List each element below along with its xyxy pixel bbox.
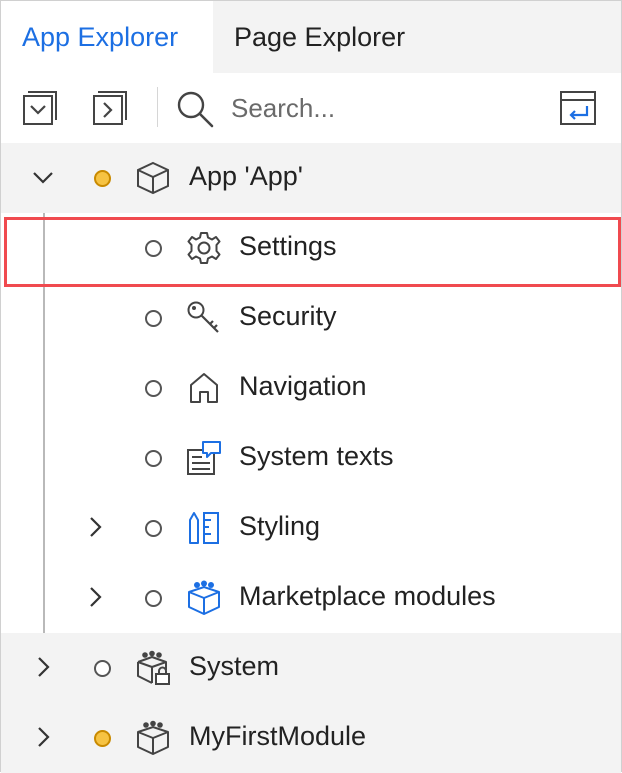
tree-item-label: MyFirstModule [189,721,367,751]
tree-item-navigation[interactable]: Navigation [1,353,621,423]
tree-item-myfirstmodule[interactable]: MyFirstModule [1,703,621,773]
explorer-toolbar [1,73,621,143]
tree-item-label: Navigation [239,371,367,401]
search-icon [177,91,214,128]
collapse-all-button[interactable] [21,89,59,127]
module-icon [137,720,169,755]
tree-item-label: Marketplace modules [239,581,496,611]
app-explorer-panel: App Explorer Page Explorer Search... App… [0,0,622,773]
system-texts-icon [187,441,221,475]
search-input[interactable] [231,87,531,129]
tree-item-label: System [189,651,280,681]
tree-item-label: Security [239,301,337,331]
status-dot [145,240,162,257]
tab-app-explorer[interactable]: App Explorer [1,1,213,73]
status-dot [94,660,111,677]
home-icon [190,373,218,403]
styling-icon [189,512,219,544]
status-dot [145,380,162,397]
status-dot [145,590,162,607]
status-dot-modified [94,730,111,747]
toolbar-separator [157,87,158,127]
tree-item-label: Settings [239,231,337,261]
locked-module-icon [137,650,170,685]
gear-icon [187,232,221,264]
app-cube-icon [137,161,169,195]
project-tree: App 'App' Settings Security Navigation S… [1,143,621,773]
key-icon [187,301,219,333]
explorer-tabs: App Explorer Page Explorer [1,1,621,73]
marketplace-modules-icon [188,580,220,615]
chevron-right-icon[interactable] [81,513,109,541]
tree-item-app[interactable]: App 'App' [1,143,621,213]
collapse-all-icon [23,91,57,125]
status-dot-modified [94,170,111,187]
status-dot [145,520,162,537]
expand-all-button[interactable] [91,89,129,127]
tree-item-security[interactable]: Security [1,283,621,353]
chevron-right-icon[interactable] [81,583,109,611]
tree-item-marketplace-modules[interactable]: Marketplace modules [1,563,621,633]
tree-item-label: App 'App' [189,161,303,191]
status-dot [145,450,162,467]
tree-item-styling[interactable]: Styling [1,493,621,563]
chevron-right-icon[interactable] [29,653,57,681]
tree-item-system-texts[interactable]: System texts [1,423,621,493]
tab-page-explorer[interactable]: Page Explorer [213,1,426,73]
chevron-right-icon[interactable] [29,723,57,751]
tree-item-system[interactable]: System [1,633,621,703]
tree-item-label: Styling [239,511,321,541]
tree-item-settings[interactable]: Settings [1,213,621,283]
tree-item-label: System texts [239,441,394,471]
link-editor-icon [560,91,596,125]
link-with-editor-button[interactable] [559,89,597,127]
expand-all-icon [93,91,127,125]
chevron-down-icon[interactable] [29,163,57,191]
status-dot [145,310,162,327]
